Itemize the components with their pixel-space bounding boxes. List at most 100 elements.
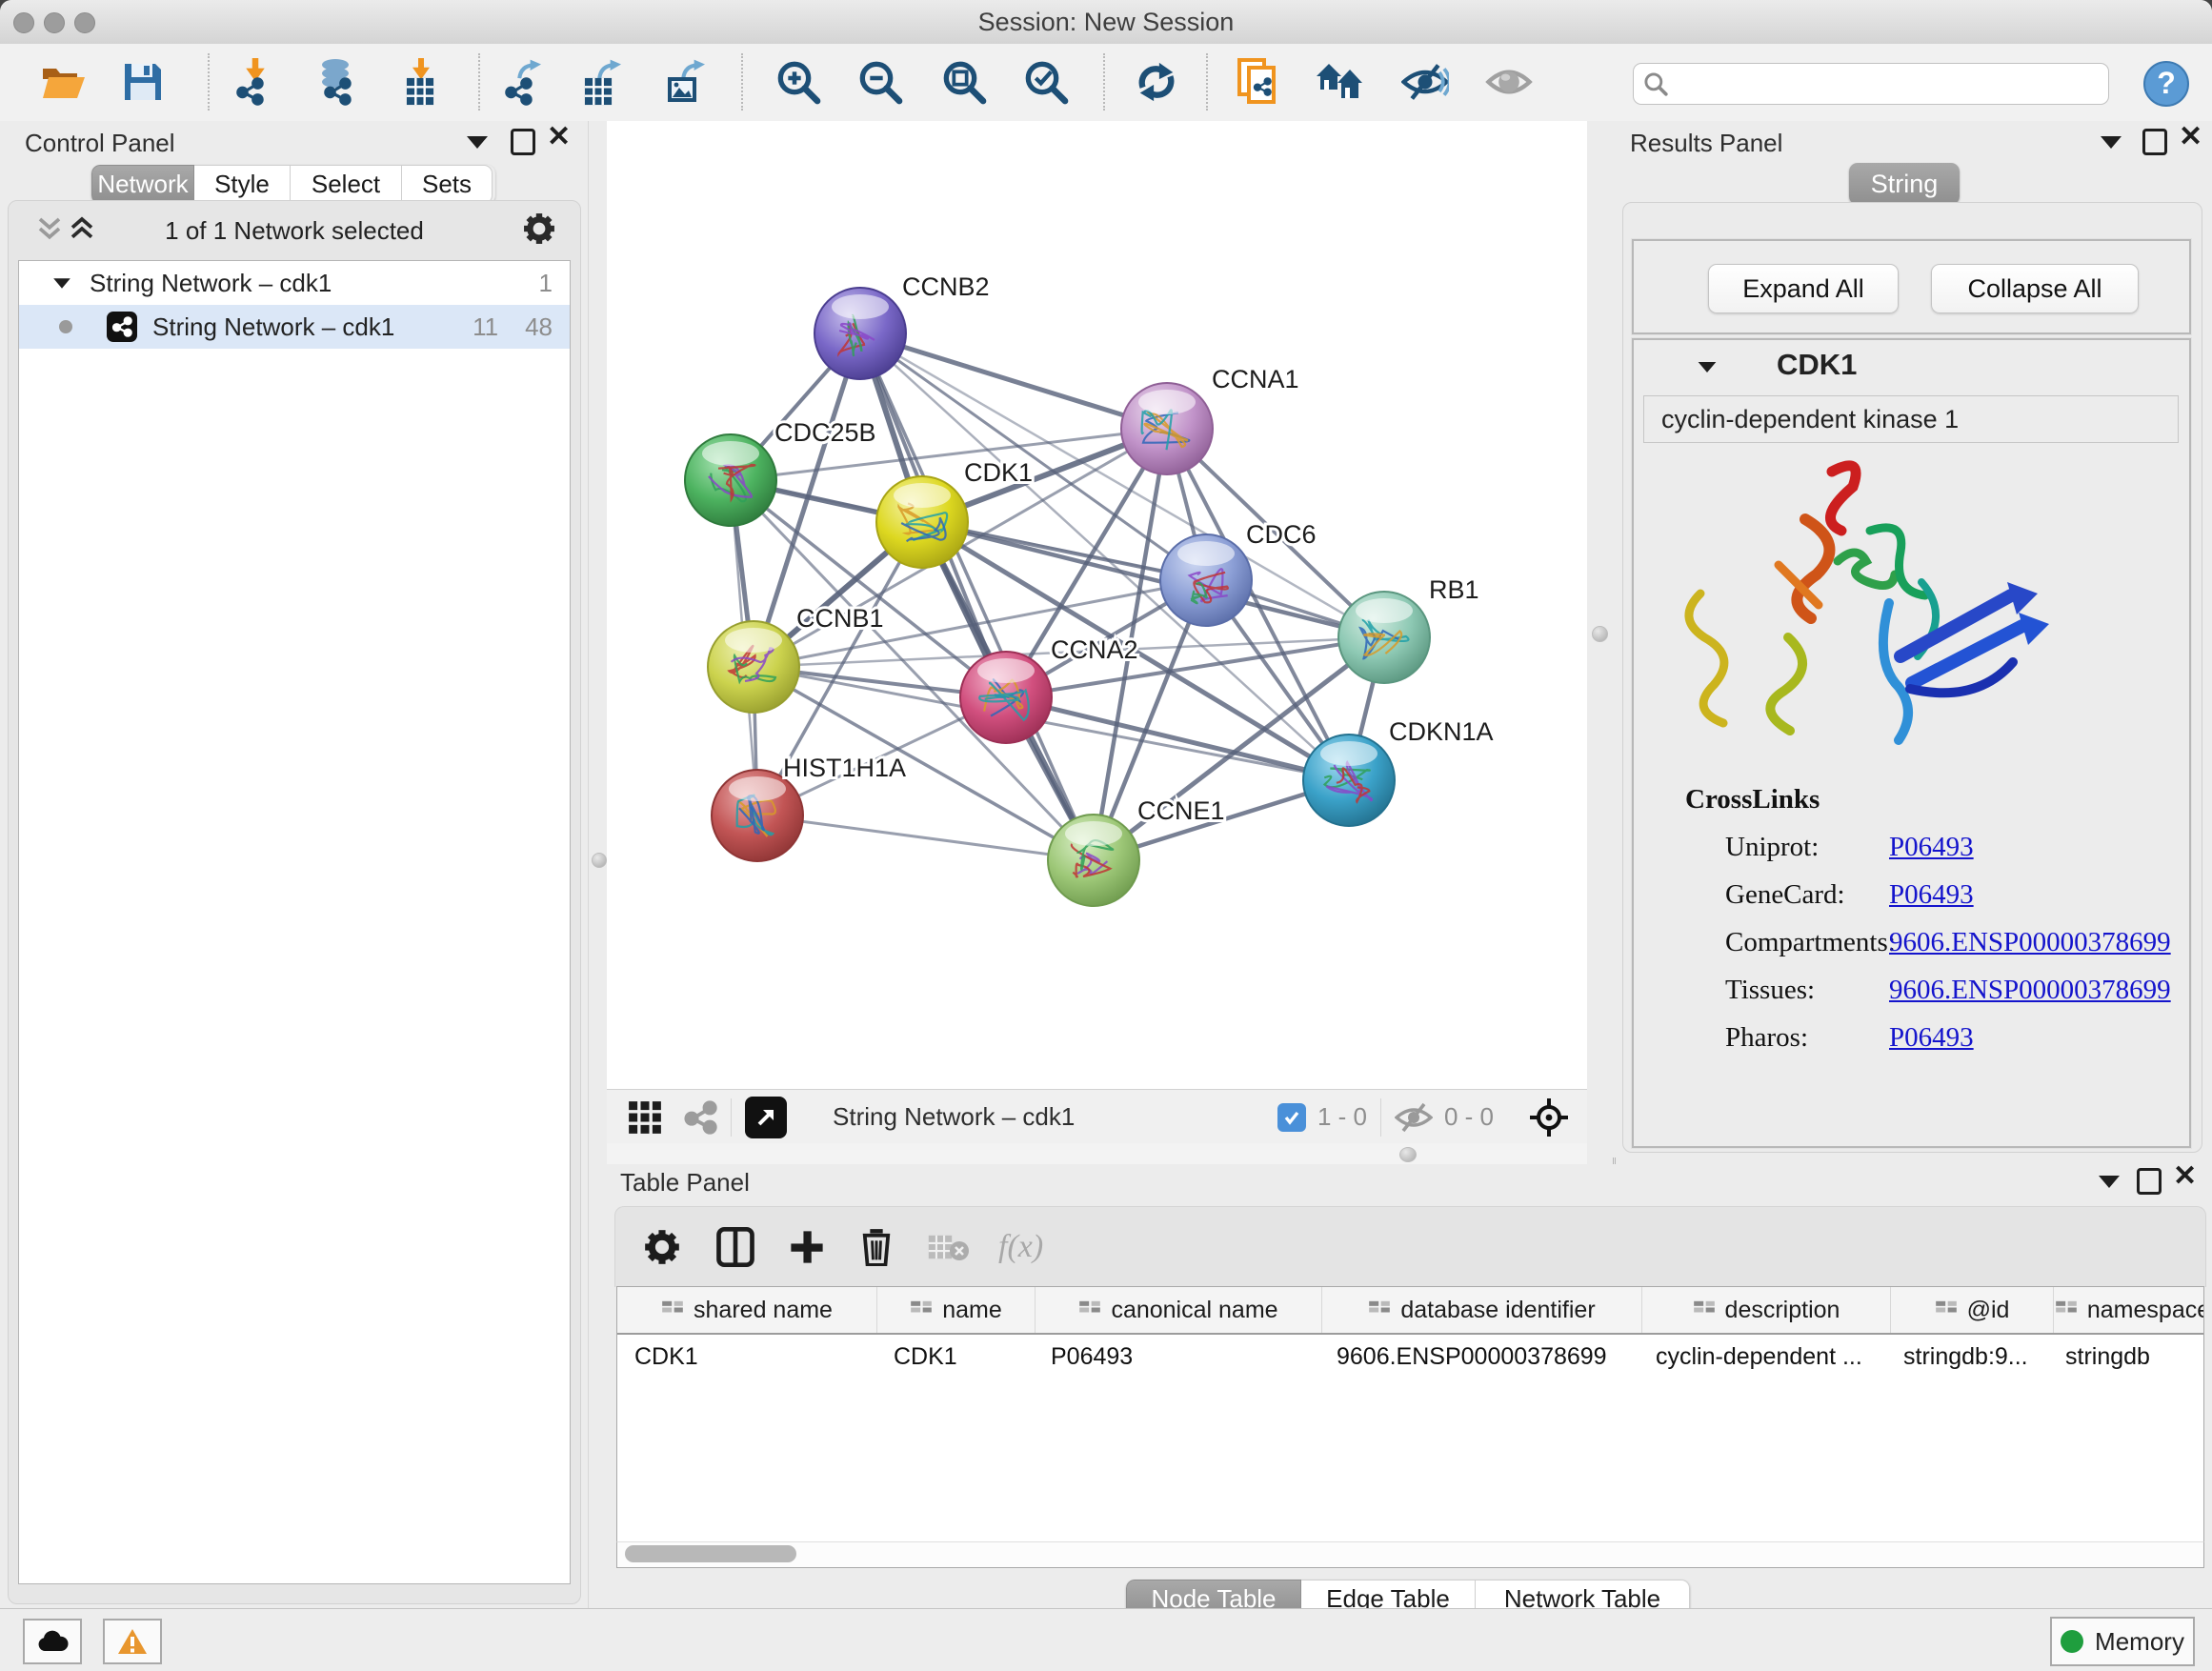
left-splitter[interactable] <box>588 121 608 1608</box>
tab-select[interactable]: Select <box>291 165 402 204</box>
table-cell: stringdb:9... <box>1886 1343 2048 1371</box>
control-panel-close-icon[interactable]: ✕ <box>547 127 571 148</box>
refresh-icon[interactable] <box>1132 57 1181 107</box>
zoom-in-icon[interactable] <box>774 57 823 107</box>
node-HIST1H1A[interactable] <box>712 770 803 861</box>
table-cell: cyclin-dependent ... <box>1639 1343 1886 1371</box>
crosslink-value-link[interactable]: P06493 <box>1889 879 1974 911</box>
import-network-icon[interactable] <box>231 57 280 107</box>
results-panel: Results Panel ✕ String Expand All Collap… <box>1613 121 2212 1158</box>
horizontal-splitter[interactable] <box>607 1143 1587 1164</box>
string-network-icon <box>107 312 137 342</box>
selected-checkbox-icon[interactable] <box>1277 1103 1306 1132</box>
node-label-CCNB2: CCNB2 <box>902 272 990 301</box>
tab-sets[interactable]: Sets <box>402 165 493 204</box>
edge-CCNB2-CCNA1[interactable] <box>860 333 1167 429</box>
table-panel-float-icon[interactable] <box>2137 1168 2162 1199</box>
results-panel-menu-icon[interactable] <box>2101 136 2122 153</box>
node-CCNB2[interactable] <box>814 288 906 379</box>
create-column-icon[interactable] <box>789 1229 825 1265</box>
node-CDC6[interactable] <box>1160 534 1252 626</box>
zoom-selected-icon[interactable] <box>1021 57 1071 107</box>
table-panel-close-icon[interactable]: ✕ <box>2173 1166 2197 1187</box>
open-session-icon[interactable] <box>38 57 88 107</box>
string-results-container: Expand All Collapse All CDK1 cyclin-depe… <box>1622 202 2202 1153</box>
birdseye-grid-icon[interactable] <box>628 1100 662 1135</box>
results-panel-close-icon[interactable]: ✕ <box>2179 127 2202 148</box>
collapse-all-button[interactable]: Collapse All <box>1931 264 2139 313</box>
node-CDKN1A[interactable] <box>1303 735 1395 826</box>
import-table-icon[interactable] <box>396 57 446 107</box>
node-RB1[interactable] <box>1338 592 1430 683</box>
column-header-shared-name[interactable]: shared name <box>617 1287 877 1333</box>
zoom-out-icon[interactable] <box>855 57 905 107</box>
network-row[interactable]: String Network – cdk1 11 48 <box>19 305 570 349</box>
column-header-name[interactable]: name <box>877 1287 1036 1333</box>
tab-network[interactable]: Network <box>91 165 194 204</box>
search-input[interactable] <box>1678 66 2108 102</box>
zoom-fit-icon[interactable] <box>939 57 989 107</box>
node-label-CCNA1: CCNA1 <box>1212 365 1299 393</box>
title-bar: Session: New Session <box>0 0 2212 45</box>
network-collection-row[interactable]: String Network – cdk1 1 <box>19 261 570 305</box>
results-panel-float-icon[interactable] <box>2142 129 2167 160</box>
tab-style[interactable]: Style <box>194 165 291 204</box>
column-header--id[interactable]: @id <box>1891 1287 2054 1333</box>
node-CCNB1[interactable] <box>708 621 799 713</box>
node-label-HIST1H1A: HIST1H1A <box>783 754 906 782</box>
control-panel-float-icon[interactable] <box>511 129 535 160</box>
node-CDK1[interactable] <box>876 476 968 568</box>
column-header-canonical-name[interactable]: canonical name <box>1036 1287 1322 1333</box>
hidden-eye-icon[interactable] <box>1395 1102 1433 1133</box>
fit-selected-crosshair-icon[interactable] <box>1528 1097 1570 1138</box>
export-network-icon[interactable] <box>499 57 549 107</box>
table-options-gear-icon[interactable] <box>644 1229 680 1265</box>
memory-button[interactable]: Memory <box>2050 1617 2195 1666</box>
show-columns-icon[interactable] <box>716 1227 754 1267</box>
column-header-description[interactable]: description <box>1642 1287 1891 1333</box>
cloud-status-button[interactable] <box>23 1619 82 1664</box>
hidden-counts: 0 - 0 <box>1444 1102 1494 1132</box>
tab-string[interactable]: String <box>1849 163 1960 205</box>
export-image-icon[interactable] <box>661 57 711 107</box>
node-CCNA2[interactable] <box>960 652 1052 743</box>
crosslink-value-link[interactable]: 9606.ENSP00000378699 <box>1889 927 2171 958</box>
node-CCNE1[interactable] <box>1048 815 1139 906</box>
edge-HIST1H1A-CCNE1[interactable] <box>757 815 1094 860</box>
left-splitter-handle[interactable] <box>592 853 607 868</box>
card-expander-icon[interactable] <box>1697 361 1718 378</box>
column-header-database-identifier[interactable]: database identifier <box>1322 1287 1642 1333</box>
crosslink-value-link[interactable]: P06493 <box>1889 832 1974 863</box>
right-splitter[interactable] <box>1587 121 1616 1164</box>
network-options-gear-icon[interactable] <box>523 212 555 245</box>
crosslink-value-link[interactable]: 9606.ENSP00000378699 <box>1889 975 2171 1006</box>
network-share-icon[interactable] <box>683 1100 717 1135</box>
table-panel-menu-icon[interactable] <box>2099 1176 2120 1193</box>
table-hscrollbar-thumb[interactable] <box>625 1545 796 1562</box>
right-splitter-handle[interactable] <box>1592 626 1608 642</box>
horizontal-splitter-handle[interactable] <box>1399 1147 1417 1162</box>
clone-network-icon[interactable] <box>1233 57 1282 107</box>
network-canvas[interactable]: CCNB2CCNA1CDC25BCDK1CDC6RB1CCNB1CCNA2CDK… <box>607 121 1587 1089</box>
home-icon[interactable] <box>1315 57 1364 107</box>
selected-counts: 1 - 0 <box>1317 1102 1367 1132</box>
expand-all-button[interactable]: Expand All <box>1708 264 1899 313</box>
node-label-CCNA2: CCNA2 <box>1051 635 1138 664</box>
column-header-namespace[interactable]: namespace <box>2054 1287 2204 1333</box>
control-panel-menu-icon[interactable] <box>467 136 488 153</box>
hide-graphics-details-icon[interactable] <box>1400 57 1450 107</box>
crosslink-value-link[interactable]: P06493 <box>1889 1022 1974 1054</box>
main-toolbar: ? <box>0 44 2212 122</box>
delete-column-icon[interactable] <box>859 1228 894 1266</box>
save-session-icon[interactable] <box>118 57 168 107</box>
export-table-icon[interactable] <box>577 57 627 107</box>
warning-status-button[interactable] <box>103 1619 162 1664</box>
node-CCNA1[interactable] <box>1121 383 1213 474</box>
import-database-icon[interactable] <box>311 57 360 107</box>
table-row[interactable]: CDK1CDK1P064939606.ENSP00000378699cyclin… <box>617 1335 2203 1379</box>
node-CDC25B[interactable] <box>685 434 776 526</box>
help-icon[interactable]: ? <box>2142 59 2191 109</box>
open-in-new-window-icon[interactable] <box>745 1097 787 1138</box>
collection-expander-icon[interactable] <box>53 278 70 288</box>
birds-eye-icon[interactable] <box>1484 57 1534 107</box>
